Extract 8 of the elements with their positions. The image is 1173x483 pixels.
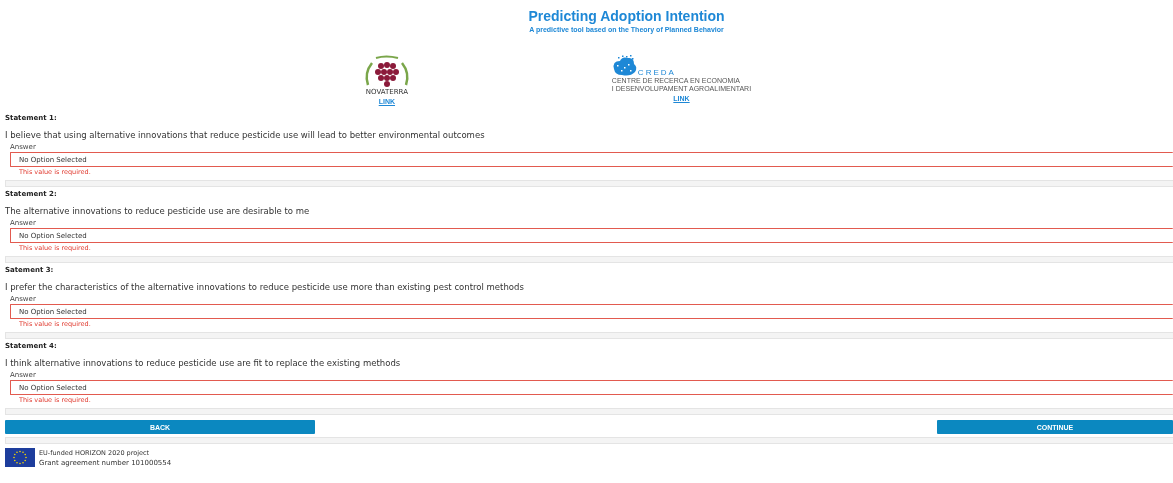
statement-text: I think alternative innovations to reduce pesticide use are fit to replace the existing methods [5, 358, 402, 368]
logo-name: CREDA [637, 68, 676, 77]
flag-icon [5, 448, 35, 467]
dotted-cloud-icon [611, 55, 638, 77]
statement-text: I prefer the characteristics of the alternative innovations to reduce pesticide use more than existing pest control methods [5, 282, 525, 292]
page-title: Predicting Adoption Intention [528, 8, 725, 24]
statement-text: The alternative innovations to reduce pesticide use are desirable to me [5, 206, 311, 216]
statement-text: I believe that using alternative innovations that reduce pesticide use will lead to better environmental outcomes [5, 130, 486, 140]
